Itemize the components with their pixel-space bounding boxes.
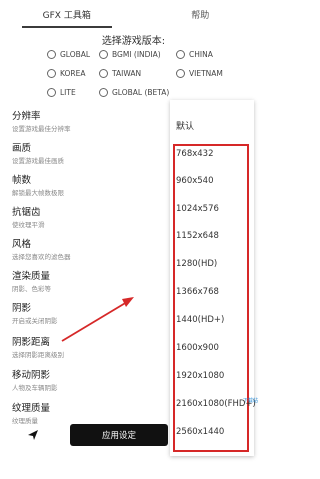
watermark: 下载站 (243, 398, 259, 404)
send-icon[interactable] (27, 429, 39, 441)
red-arrow-annotation (61, 297, 134, 342)
apply-settings-button[interactable]: 应用设定 (70, 424, 168, 446)
